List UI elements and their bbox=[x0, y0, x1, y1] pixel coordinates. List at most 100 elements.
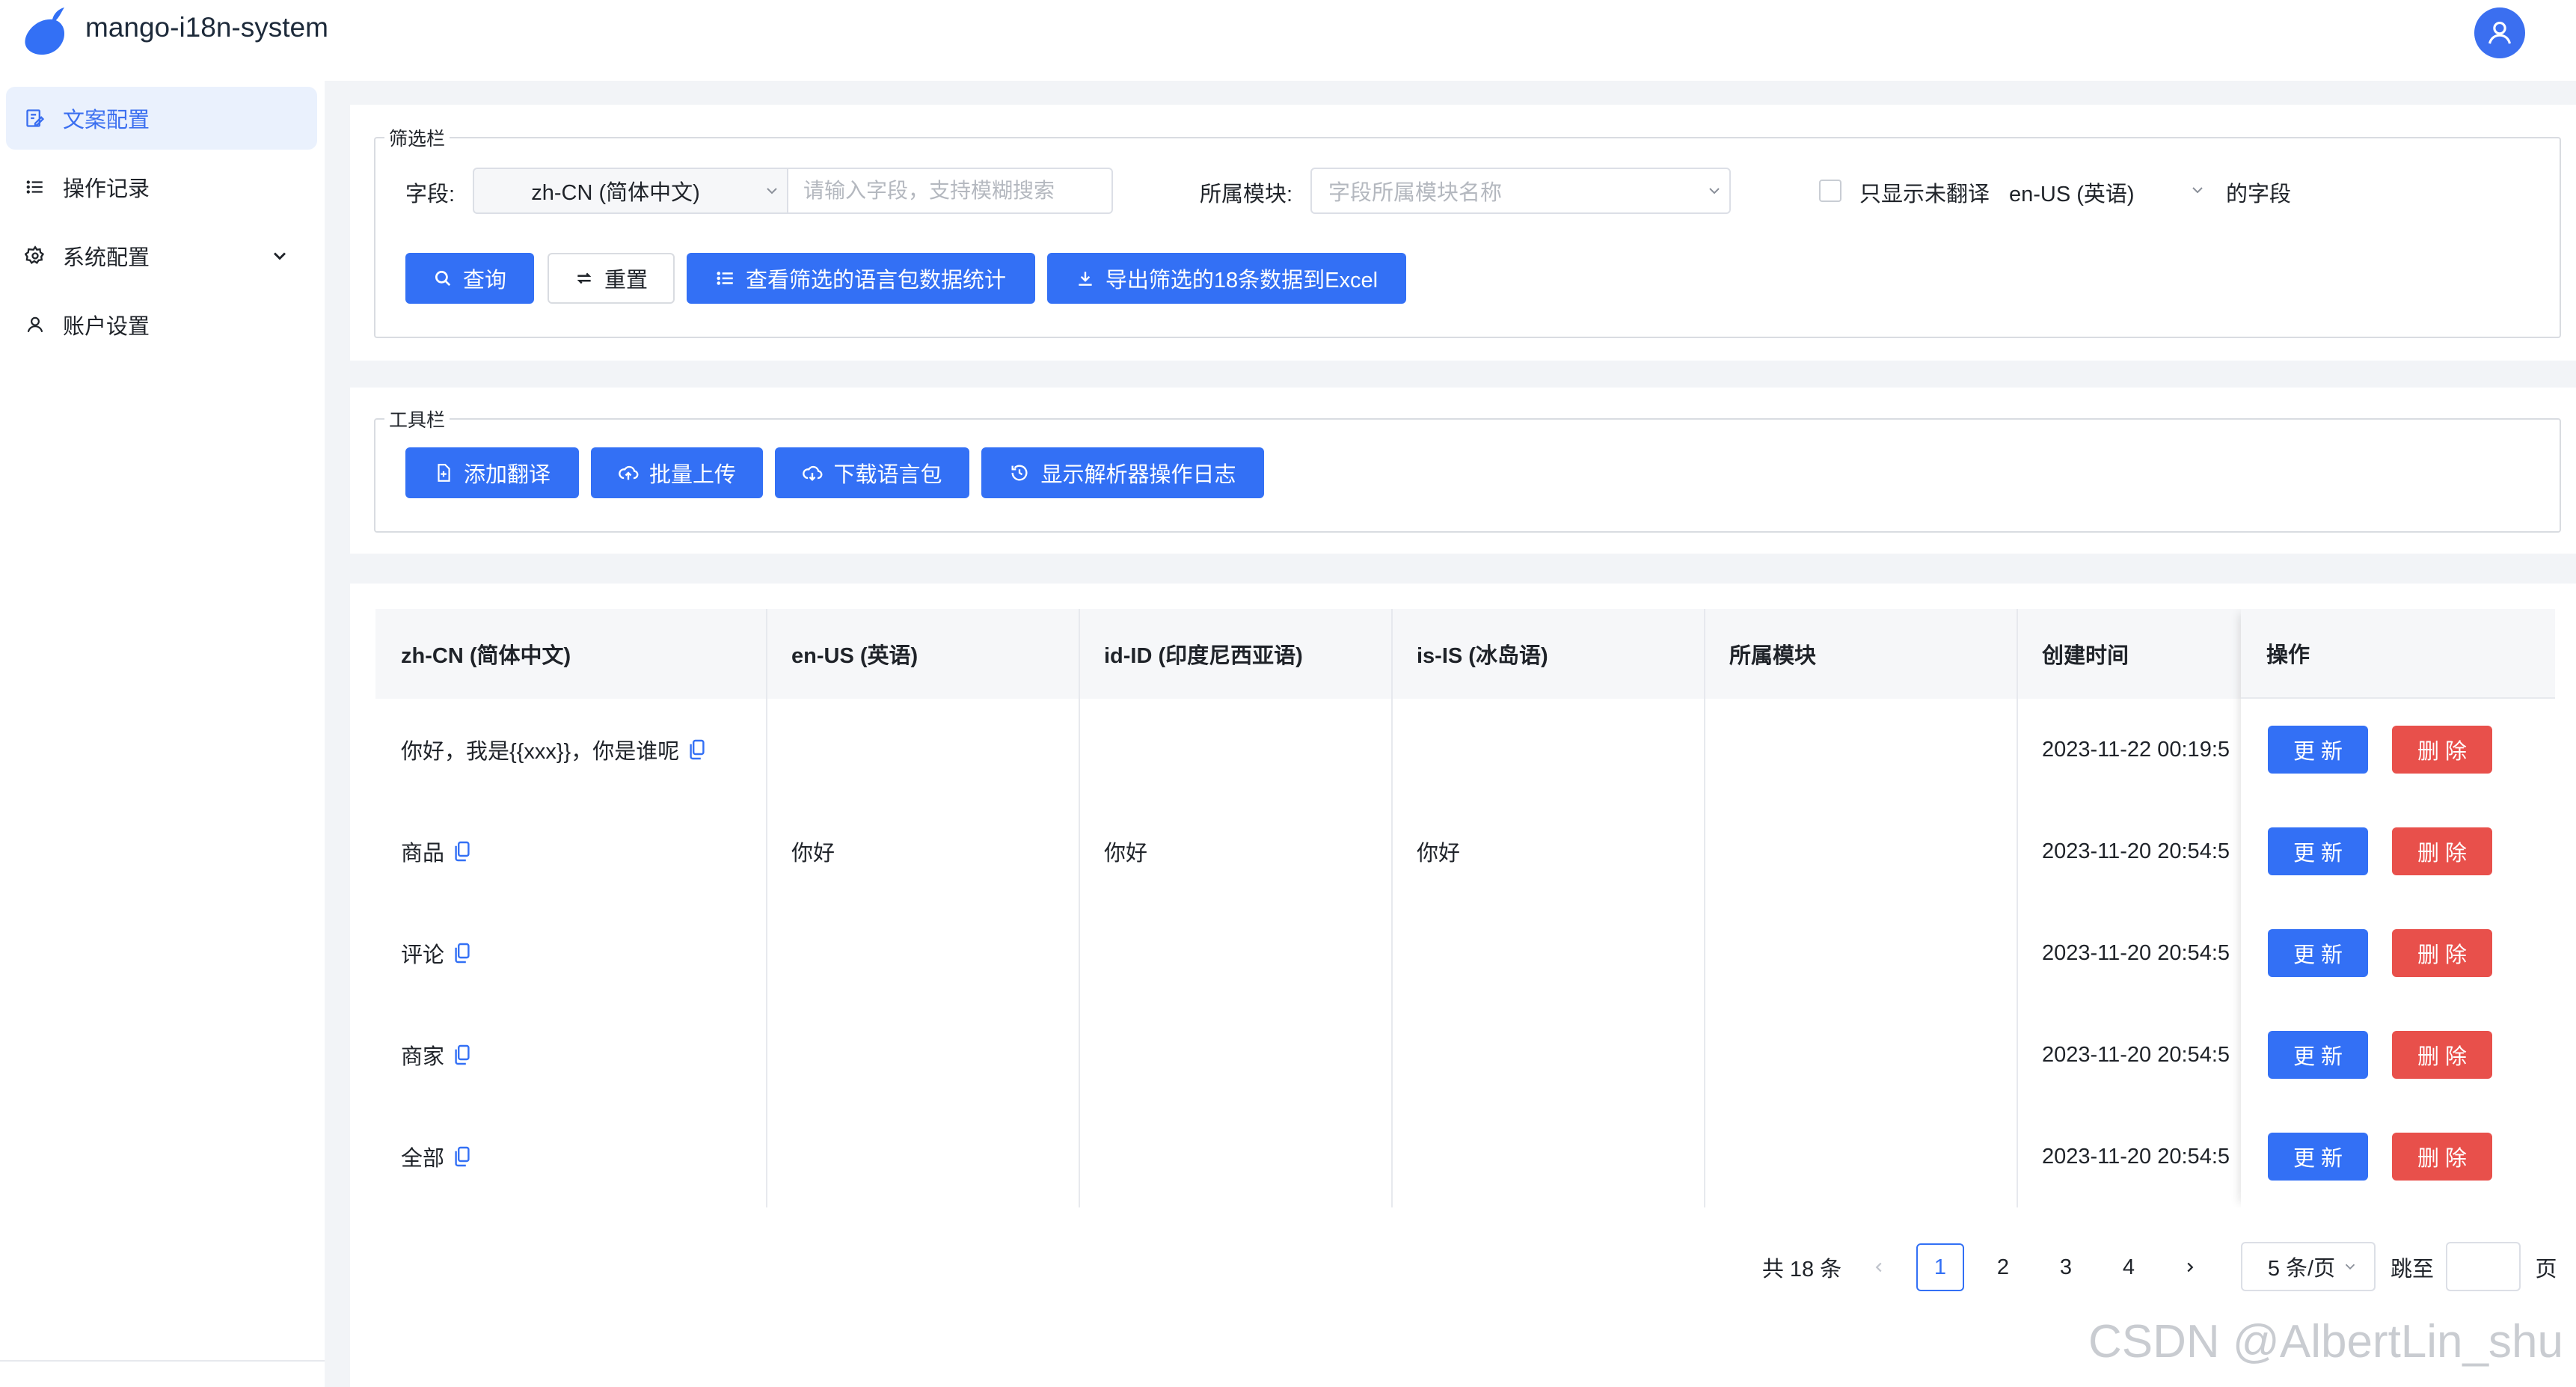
gear-icon bbox=[24, 245, 46, 267]
cell-zh-cn: 商品 bbox=[375, 800, 766, 902]
sidebar-item-system-config[interactable]: 系统配置 bbox=[6, 224, 317, 287]
page-size-select[interactable]: 5 条/页 bbox=[2241, 1242, 2376, 1291]
cell-id-id bbox=[1079, 1004, 1391, 1106]
cell-id-id bbox=[1079, 699, 1391, 800]
pagination-next-button[interactable] bbox=[2166, 1243, 2214, 1291]
cell-module bbox=[1704, 800, 2017, 902]
delete-button[interactable]: 删 除 bbox=[2392, 1031, 2492, 1079]
delete-button[interactable]: 删 除 bbox=[2392, 726, 2492, 774]
query-button[interactable]: 查询 bbox=[405, 253, 534, 304]
translation-table: zh-CN (简体中文) en-US (英语) id-ID (印度尼西亚语) i… bbox=[375, 609, 2555, 1207]
sidebar-divider bbox=[0, 1360, 325, 1362]
reset-button[interactable]: 重置 bbox=[548, 253, 675, 304]
app-title: mango-i18n-system bbox=[85, 12, 328, 43]
pagination-page-4[interactable]: 4 bbox=[2105, 1243, 2153, 1291]
chevron-down-icon bbox=[1709, 188, 1720, 195]
actions-cell: 更 新 删 除 bbox=[2241, 800, 2555, 904]
sidebar-item-operation-log[interactable]: 操作记录 bbox=[6, 156, 317, 218]
field-label: 字段: bbox=[405, 183, 456, 206]
pagination-page-3[interactable]: 3 bbox=[2042, 1243, 2090, 1291]
cell-id-id bbox=[1079, 902, 1391, 1004]
mango-logo-icon bbox=[25, 7, 65, 55]
user-icon bbox=[2488, 21, 2512, 44]
cell-zh-cn: 评论 bbox=[375, 902, 766, 1004]
filter-fieldset: 筛选栏 bbox=[374, 124, 2561, 338]
language-stats-button[interactable]: 查看筛选的语言包数据统计 bbox=[687, 253, 1035, 304]
cell-id-id: 你好 bbox=[1104, 842, 1148, 866]
copy-icon[interactable] bbox=[453, 1044, 471, 1066]
cell-en-us: 你好 bbox=[791, 842, 835, 866]
cell-created-time: 2023-11-20 20:54:5 bbox=[2042, 940, 2230, 965]
field-search-input[interactable] bbox=[788, 168, 1113, 214]
chevron-left-icon bbox=[1875, 1262, 1882, 1273]
sidebar-item-label: 系统配置 bbox=[63, 246, 150, 270]
column-divider bbox=[1391, 609, 1393, 1207]
pagination-page-2[interactable]: 2 bbox=[1979, 1243, 2027, 1291]
cloud-download-icon bbox=[803, 465, 823, 481]
list-icon bbox=[24, 176, 46, 198]
sidebar-item-account-settings[interactable]: 账户设置 bbox=[6, 293, 317, 356]
pagination-jump-label: 跳至 bbox=[2390, 1258, 2434, 1282]
cell-en-us bbox=[766, 699, 1079, 800]
copy-icon[interactable] bbox=[453, 840, 471, 863]
file-add-icon bbox=[438, 464, 450, 482]
cell-is-is bbox=[1391, 1004, 1704, 1106]
update-button[interactable]: 更 新 bbox=[2268, 929, 2368, 977]
untranslated-language-select[interactable]: en-US (英语) bbox=[2009, 177, 2135, 208]
delete-button[interactable]: 删 除 bbox=[2392, 929, 2492, 977]
column-divider bbox=[1079, 609, 1080, 1207]
pagination-jump-input[interactable] bbox=[2446, 1242, 2521, 1291]
column-header-created-time[interactable]: 创建时间 bbox=[2017, 609, 2241, 699]
column-header-en-us[interactable]: en-US (英语) bbox=[766, 609, 1079, 699]
cell-is-is: 你好 bbox=[1417, 842, 1461, 866]
column-header-zh-cn[interactable]: zh-CN (简体中文) bbox=[375, 609, 766, 699]
chevron-down-icon bbox=[273, 252, 286, 260]
copy-icon[interactable] bbox=[688, 738, 706, 761]
cell-zh-cn: 全部 bbox=[375, 1106, 766, 1207]
download-language-pack-button[interactable]: 下载语言包 bbox=[775, 447, 969, 498]
cell-is-is bbox=[1391, 902, 1704, 1004]
update-button[interactable]: 更 新 bbox=[2268, 827, 2368, 875]
column-header-id-id[interactable]: id-ID (印度尼西亚语) bbox=[1079, 609, 1391, 699]
update-button[interactable]: 更 新 bbox=[2268, 1133, 2368, 1181]
batch-upload-button[interactable]: 批量上传 bbox=[591, 447, 763, 498]
pagination-prev-button[interactable] bbox=[1855, 1243, 1903, 1291]
update-button[interactable]: 更 新 bbox=[2268, 726, 2368, 774]
export-excel-button[interactable]: 导出筛选的18条数据到Excel bbox=[1047, 253, 1406, 304]
column-divider bbox=[1704, 609, 1705, 1207]
pagination-total: 共 18 条 bbox=[1761, 1258, 1842, 1282]
column-divider bbox=[2017, 609, 2018, 1207]
user-avatar[interactable] bbox=[2474, 7, 2525, 58]
pagination-page-1[interactable]: 1 bbox=[1916, 1243, 1964, 1291]
column-header-module[interactable]: 所属模块 bbox=[1704, 609, 2017, 699]
copy-icon[interactable] bbox=[453, 942, 471, 964]
update-button[interactable]: 更 新 bbox=[2268, 1031, 2368, 1079]
table-row: 商品 你好 你好 你好 2023-11-20 20:54:5 bbox=[375, 800, 2555, 904]
table-row: 全部 2023-11-20 20:54:5 bbox=[375, 1106, 2555, 1207]
column-header-is-is[interactable]: is-IS (冰岛语) bbox=[1391, 609, 1704, 699]
untranslated-checkbox[interactable] bbox=[1819, 180, 1841, 202]
cell-created-time: 2023-11-22 00:19:5 bbox=[2042, 737, 2230, 762]
module-label: 所属模块: bbox=[1200, 183, 1293, 206]
table-row: 商家 2023-11-20 20:54:5 bbox=[375, 1004, 2555, 1107]
language-select[interactable]: zh-CN (简体中文) bbox=[473, 168, 788, 214]
untranslated-label: 只显示未翻译 bbox=[1859, 183, 1990, 206]
chevron-down-icon[interactable] bbox=[2189, 181, 2207, 199]
parser-log-button[interactable]: 显示解析器操作日志 bbox=[981, 447, 1264, 498]
cell-is-is bbox=[1391, 699, 1704, 800]
delete-button[interactable]: 删 除 bbox=[2392, 1133, 2492, 1181]
delete-button[interactable]: 删 除 bbox=[2392, 827, 2492, 875]
module-select[interactable]: 字段所属模块名称 bbox=[1310, 168, 1731, 214]
sidebar: 文案配置 操作记录 系统配置 账户设置 bbox=[0, 81, 325, 1387]
add-translation-button[interactable]: 添加翻译 bbox=[405, 447, 579, 498]
sidebar-item-label: 操作记录 bbox=[63, 177, 150, 201]
actions-cell: 更 新 删 除 bbox=[2241, 699, 2555, 802]
history-icon bbox=[1011, 465, 1028, 481]
sidebar-item-copy-config[interactable]: 文案配置 bbox=[6, 87, 317, 150]
download-icon bbox=[1079, 272, 1092, 286]
copy-icon[interactable] bbox=[453, 1145, 471, 1168]
cell-en-us bbox=[766, 902, 1079, 1004]
cell-zh-cn: 你好，我是{{xxx}}，你是谁呢 bbox=[375, 699, 766, 800]
operations-column: 操作 更 新 删 除 更 新 删 除 更 新 删 除 更 新 删 除 更 新 删… bbox=[2241, 609, 2555, 1207]
cell-is-is bbox=[1391, 1106, 1704, 1207]
